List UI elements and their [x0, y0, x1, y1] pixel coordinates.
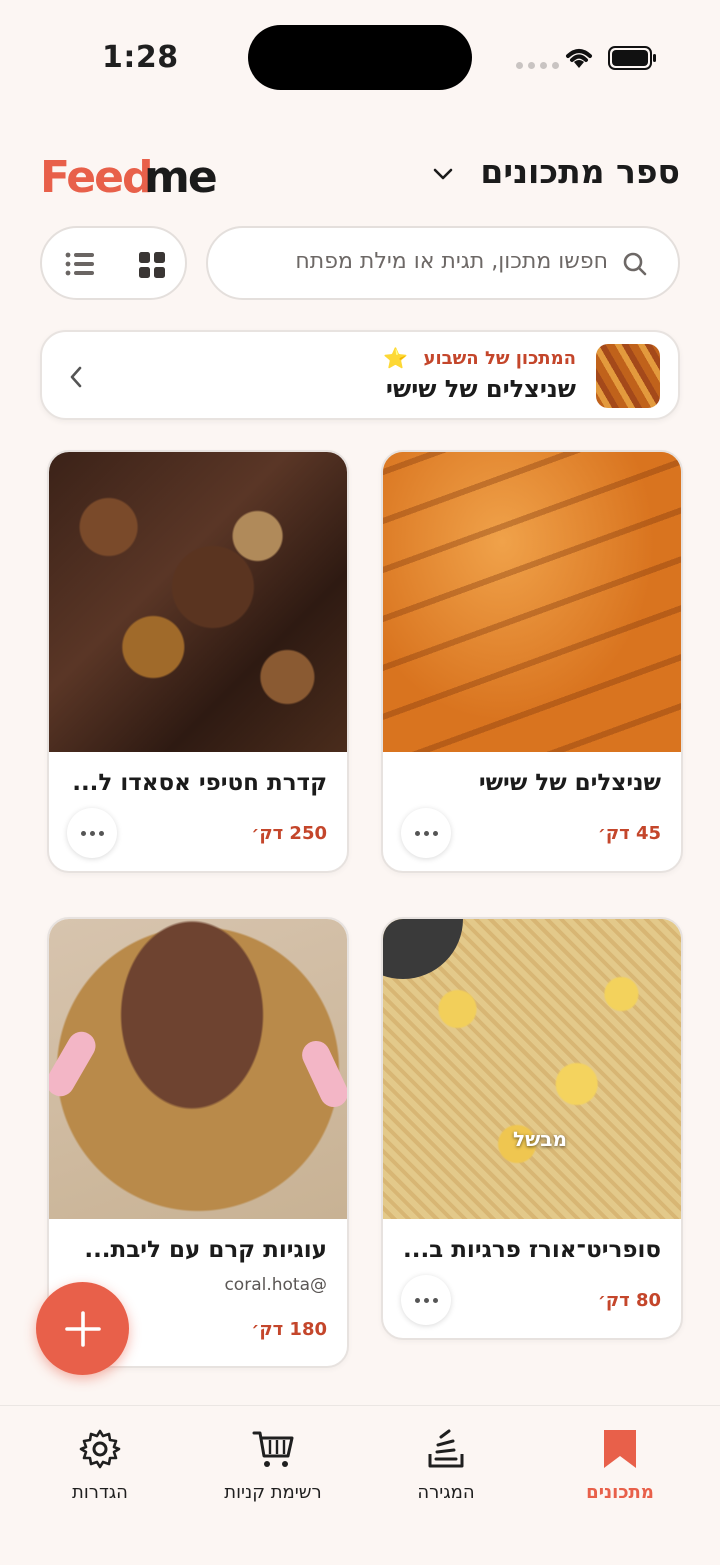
- recipe-of-week-label: המתכון של השבוע: [423, 348, 576, 369]
- nav-item-shopping-list[interactable]: רשימת קניות: [193, 1426, 353, 1503]
- view-toggle: [40, 226, 187, 300]
- battery-icon: [608, 46, 656, 70]
- add-recipe-button[interactable]: [36, 1282, 129, 1375]
- nav-item-drawer[interactable]: המגירה: [366, 1426, 526, 1503]
- more-options-button[interactable]: [401, 808, 451, 858]
- header: Feed me ספר מתכונים: [0, 140, 720, 210]
- cellular-signal-icon: [516, 62, 559, 69]
- svg-text:me: me: [144, 152, 216, 202]
- recipe-card[interactable]: מבשל סופריט־אורז פרגיות ב... 80 דק׳: [381, 917, 683, 1340]
- plus-icon: [64, 1310, 101, 1347]
- chevron-left-icon[interactable]: [68, 365, 84, 389]
- recipe-time: 180 דק׳: [251, 1319, 327, 1340]
- recipe-photo: [383, 452, 681, 752]
- recipe-card[interactable]: שניצלים של שישי 45 דק׳: [381, 450, 683, 873]
- status-bar: 1:28: [0, 0, 720, 115]
- nav-label: הגדרות: [72, 1482, 128, 1503]
- bottom-navigation: מתכונים המגירה רשימת קניות הגדרות: [0, 1405, 720, 1565]
- photo-overlay-text: מבשל: [513, 1127, 567, 1151]
- star-icon: ⭐: [383, 346, 408, 370]
- recipe-title: שניצלים של שישי: [478, 770, 661, 796]
- recipe-title: עוגיות קרם עם ליבת...: [84, 1237, 327, 1263]
- nav-item-recipes[interactable]: מתכונים: [540, 1426, 700, 1503]
- nav-label: המגירה: [417, 1482, 475, 1503]
- recipe-of-week-card[interactable]: המתכון של השבוע ⭐ שניצלים של שישי: [40, 330, 680, 420]
- chevron-down-icon[interactable]: [428, 164, 458, 184]
- feedme-logo: Feed me: [40, 152, 218, 202]
- recipe-book-selector[interactable]: ספר מתכונים: [480, 152, 680, 191]
- recipe-title: קדרת חטיפי אסאדו ל...: [72, 770, 327, 796]
- recipe-title: סופריט־אורז פרגיות ב...: [402, 1237, 661, 1263]
- list-view-icon[interactable]: [64, 250, 96, 278]
- dynamic-island: [248, 25, 472, 90]
- more-options-button[interactable]: [67, 808, 117, 858]
- more-options-button[interactable]: [401, 1275, 451, 1325]
- recipe-card[interactable]: קדרת חטיפי אסאדו ל... 250 דק׳: [47, 450, 349, 873]
- recipe-time: 250 דק׳: [251, 823, 327, 844]
- recipe-of-week-name: שניצלים של שישי: [385, 375, 576, 403]
- gear-icon: [79, 1429, 121, 1469]
- recipe-photo: [383, 919, 681, 1219]
- search-icon: [623, 252, 647, 276]
- nav-item-settings[interactable]: הגדרות: [20, 1426, 180, 1503]
- recipe-photo: [49, 919, 347, 1219]
- recipe-time: 80 דק׳: [597, 1290, 661, 1311]
- nav-label: מתכונים: [586, 1482, 654, 1503]
- recipe-photo: [49, 452, 347, 752]
- recipe-time: 45 דק׳: [597, 823, 661, 844]
- recipe-author: coral.hota@: [224, 1275, 327, 1295]
- status-time: 1:28: [102, 40, 179, 75]
- search-placeholder: חפשו מתכון, תגית או מילת מפתח: [295, 249, 608, 274]
- grid-view-icon[interactable]: [138, 251, 166, 279]
- recipe-of-week-thumbnail: [596, 344, 660, 408]
- nav-label: רשימת קניות: [224, 1482, 322, 1503]
- wifi-icon: [566, 49, 592, 68]
- bookmark-icon: [604, 1430, 636, 1468]
- svg-text:Feed: Feed: [40, 152, 151, 202]
- cart-icon: [252, 1431, 294, 1467]
- drawer-icon: [428, 1429, 464, 1468]
- search-input[interactable]: חפשו מתכון, תגית או מילת מפתח: [206, 226, 680, 300]
